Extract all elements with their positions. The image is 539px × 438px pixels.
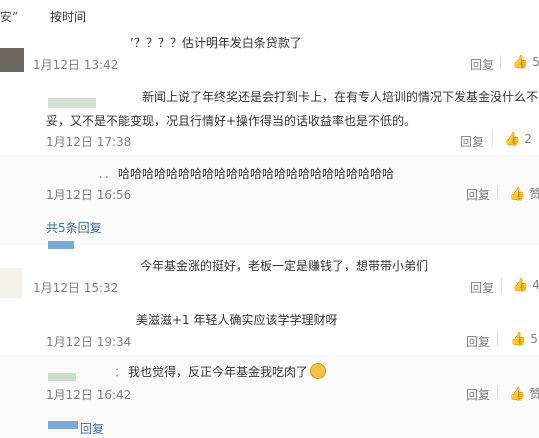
sort-by-time-tab[interactable]: 按时间 xyxy=(50,8,86,25)
comment-text: 哈哈哈哈哈哈哈哈哈哈哈哈哈哈哈哈哈哈哈哈哈哈哈 xyxy=(118,167,395,181)
reply-button[interactable]: 回复 xyxy=(466,386,490,403)
avatar xyxy=(48,373,76,381)
reply-button[interactable]: 回复 xyxy=(466,333,490,350)
comment-time: 1月12日 16:42 xyxy=(46,388,132,402)
divider xyxy=(497,332,498,346)
like-count: 4 xyxy=(532,278,539,292)
thumbs-up-icon: 👍 xyxy=(512,55,529,70)
avatar xyxy=(48,98,96,108)
like-count: 赞 xyxy=(529,387,539,401)
header-fragment: 安” xyxy=(0,10,19,24)
comment-prefix: ： xyxy=(114,365,127,379)
like-button[interactable]: 👍 4 xyxy=(512,278,539,293)
avatar xyxy=(0,48,24,72)
divider xyxy=(497,385,498,399)
comment-text: 美滋滋+1 年轻人确实应该学学理财呀 xyxy=(136,313,338,327)
thumbs-up-icon: 👍 xyxy=(512,278,529,293)
like-button[interactable]: 👍 2 xyxy=(504,132,532,147)
expand-replies-link[interactable]: 回复 xyxy=(80,420,104,434)
like-button[interactable]: 👍 赞 xyxy=(509,385,539,402)
reply-button[interactable]: 回复 xyxy=(470,279,494,296)
comment-time: 1月12日 13:42 xyxy=(33,58,119,72)
thumbs-up-icon: 👍 xyxy=(509,387,526,402)
smiling-face-icon xyxy=(310,363,327,379)
comment-time: 1月12日 15:32 xyxy=(33,281,119,295)
like-count: 5 xyxy=(532,55,539,69)
comment-text: ’？？？？估计明年发白条贷款了 xyxy=(130,36,302,50)
reply-button[interactable]: 回复 xyxy=(466,186,490,203)
thumbs-up-icon: 👍 xyxy=(504,132,521,147)
like-button[interactable]: 👍 赞 xyxy=(509,185,539,202)
avatar xyxy=(0,268,22,298)
expand-replies-link[interactable]: 共5条回复 xyxy=(46,219,102,236)
comment-time: 1月12日 16:56 xyxy=(46,188,132,202)
comment-text: 新闻上说了年终奖还是会打到卡上，在有专人培训的情况下发基金没什么不 xyxy=(142,90,539,104)
reply-button[interactable]: 回复 xyxy=(460,133,484,150)
divider xyxy=(500,55,501,69)
thumbs-up-icon: 👍 xyxy=(509,187,526,202)
avatar xyxy=(48,421,78,429)
reply-button[interactable]: 回复 xyxy=(470,56,494,73)
divider xyxy=(501,278,502,292)
divider xyxy=(497,185,498,199)
comment-time: 1月12日 19:34 xyxy=(46,335,132,349)
comment-text: 我也觉得，反正今年基金我吃肉了 xyxy=(128,365,309,379)
divider xyxy=(492,132,493,146)
like-count: 5 xyxy=(530,332,538,346)
comment-time: 1月12日 17:38 xyxy=(46,135,132,149)
avatar xyxy=(48,241,74,249)
like-button[interactable]: 👍 5 xyxy=(510,332,538,347)
comment-text-line: 我也觉得，反正今年基金我吃肉了 xyxy=(128,363,327,380)
thumbs-up-icon: 👍 xyxy=(510,332,527,347)
like-count: 赞 xyxy=(529,187,539,201)
comment-text-continued: 妥，又不是不能变现，况且行情好+操作得当的话收益率也是不低的。 xyxy=(46,114,417,128)
comment-text: 今年基金涨的挺好，老板一定是赚钱了，想带带小弟们 xyxy=(140,259,429,273)
comment-prefix: ．． xyxy=(98,167,117,181)
like-button[interactable]: 👍 5 xyxy=(512,55,539,70)
like-count: 2 xyxy=(524,132,532,146)
